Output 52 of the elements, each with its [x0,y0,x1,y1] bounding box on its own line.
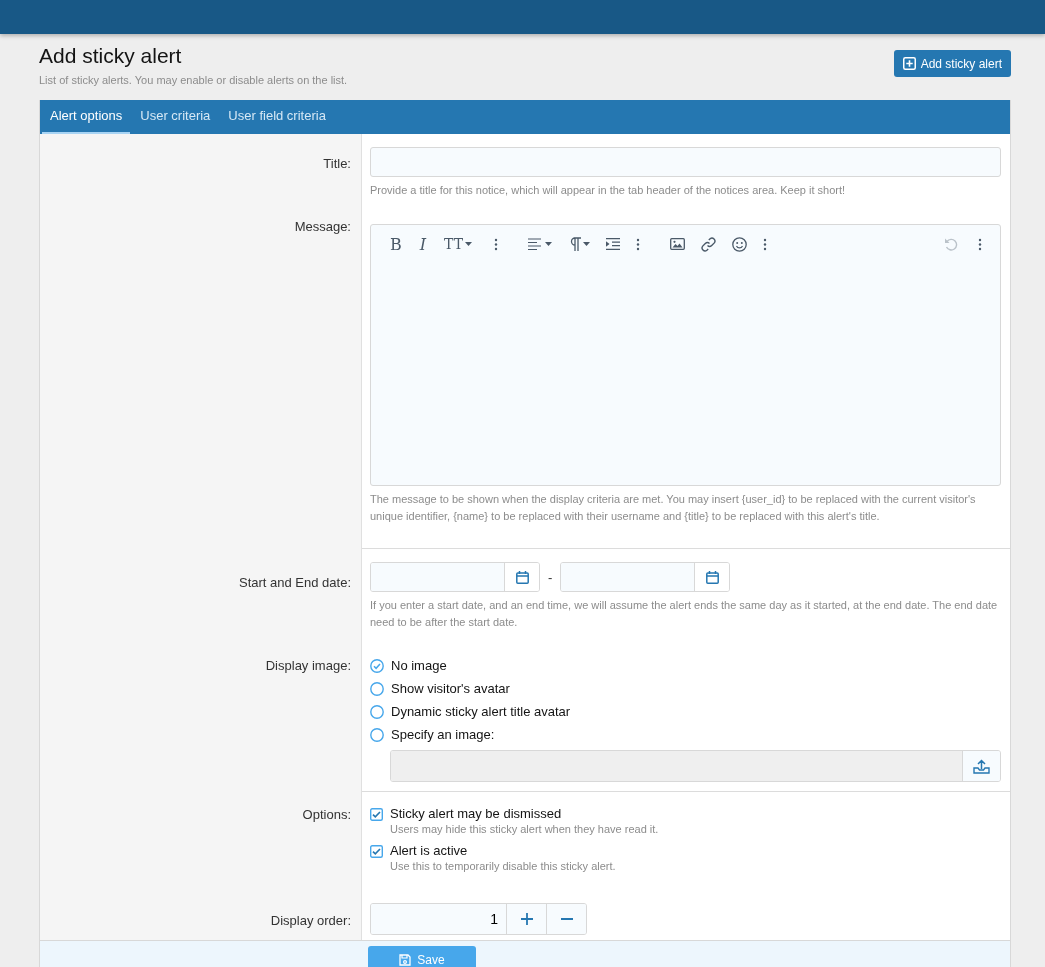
radio-button[interactable] [370,658,384,673]
option-hint: Users may hide this sticky alert when they have read it. [390,822,659,837]
field-hint: If you enter a start date, and an end time, we will assume the alert ends the same day as it started, at the end date. The end date need to be after the start date. [370,598,999,630]
more-options-icon[interactable] [494,237,499,251]
radio-button[interactable] [370,681,384,696]
paragraph-icon[interactable] [568,237,591,251]
upload-icon[interactable] [973,758,990,774]
checkbox-label: Sticky alert may be dismissed [390,806,563,821]
indent-icon[interactable] [606,238,621,250]
caret-icon [465,242,473,246]
calendar-icon [705,570,719,584]
field-label: Options: [301,806,352,824]
align-icon[interactable] [528,238,553,250]
font-size-button[interactable]: TT [444,236,473,252]
field-hint: Provide a title for this notice, which will appear in the tab header of the notices area. Keep it short! [370,183,847,198]
field-label: Start and End date: [237,574,352,592]
field-hint: The message to be shown when the display criteria are met. You may insert {user_id} to be replaced with the current visitor's unique identifier, {name} to be replaced with their username and {title} to be replaced with this alert's title. [370,492,977,524]
title-input[interactable] [370,147,1001,177]
start-date-field[interactable] [370,562,540,592]
checkbox[interactable] [370,845,383,858]
option-hint: Use this to temporarily disable this sticky alert. [390,859,616,874]
field-label: Title: [322,155,352,173]
more-options-icon[interactable] [763,237,768,251]
more-options-icon[interactable] [978,237,982,251]
page-title: Add sticky alert [39,43,183,69]
radio-label: Show visitor's avatar [391,681,510,696]
image-icon[interactable] [670,238,686,250]
tab[interactable]: User field criteria [220,100,334,134]
plus-square-icon [902,57,916,70]
link-icon[interactable] [701,236,717,252]
radio-button[interactable] [370,727,384,742]
field-label: Display image: [264,657,352,675]
bold-button[interactable]: B [390,234,402,254]
page-description: List of sticky alerts. You may enable or disable alerts on the list. [39,74,348,86]
tab[interactable]: User criteria [132,100,219,134]
image-url-field[interactable] [390,750,1001,782]
field-label: Message: [293,218,352,236]
calendar-icon [515,570,529,584]
radio-label: Specify an image: [391,727,495,742]
add-sticky-alert-button[interactable]: Add sticky alert [893,50,1011,77]
checkbox-label: Alert is active [390,843,469,858]
checkbox[interactable] [370,808,383,821]
date-separator: - [548,569,553,585]
radio-label: No image [391,658,447,673]
field-label: Display order: [269,912,352,930]
more-options-icon[interactable] [636,237,641,251]
end-date-field[interactable] [560,562,731,592]
smiley-icon[interactable] [732,236,748,252]
italic-button[interactable]: I [419,234,427,254]
radio-label: Dynamic sticky alert title avatar [391,704,571,719]
radio-button[interactable] [370,704,384,719]
message-editor[interactable]: B I TT [370,224,1001,486]
